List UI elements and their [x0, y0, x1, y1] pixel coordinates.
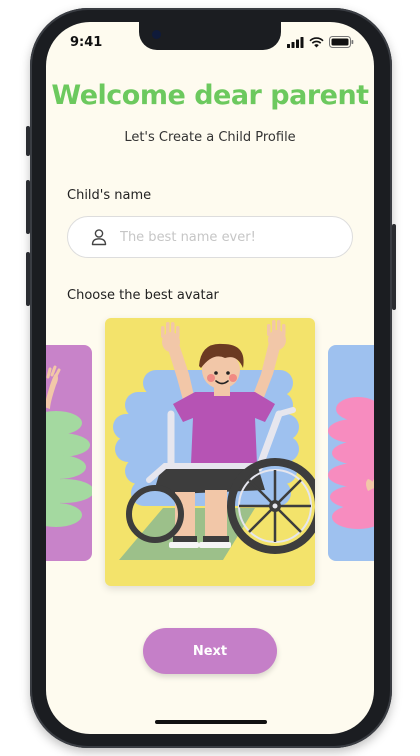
camera-icon [152, 30, 161, 39]
avatar-illustration-right [328, 397, 374, 529]
battery-icon [329, 36, 354, 48]
avatar-card-left[interactable] [46, 345, 92, 561]
signal-icon [287, 36, 304, 48]
page-subtitle: Let's Create a Child Profile [124, 130, 296, 145]
power-button [392, 224, 396, 310]
status-icons [287, 36, 354, 48]
child-name-field[interactable] [67, 216, 353, 258]
user-icon [91, 229, 107, 246]
home-indicator [155, 720, 267, 724]
volume-down-button [26, 252, 30, 306]
child-name-label: Child's name [67, 188, 152, 203]
avatar-label: Choose the best avatar [67, 288, 219, 303]
volume-up-button [26, 180, 30, 234]
child-name-input[interactable] [118, 228, 342, 246]
status-time: 9:41 [70, 35, 103, 50]
avatar-illustration-wheelchair-boy [113, 320, 315, 560]
avatar-illustration-left [46, 365, 92, 527]
avatar-card-right[interactable] [328, 345, 374, 561]
wifi-icon [309, 36, 324, 47]
notch [139, 22, 281, 50]
avatar-card-selected[interactable] [105, 318, 315, 586]
app-screen: 9:41 Welcome dear parent Let's Create a … [46, 22, 374, 734]
next-button[interactable]: Next [143, 628, 277, 674]
page-title: Welcome dear parent [51, 80, 369, 111]
mute-switch [26, 126, 30, 156]
